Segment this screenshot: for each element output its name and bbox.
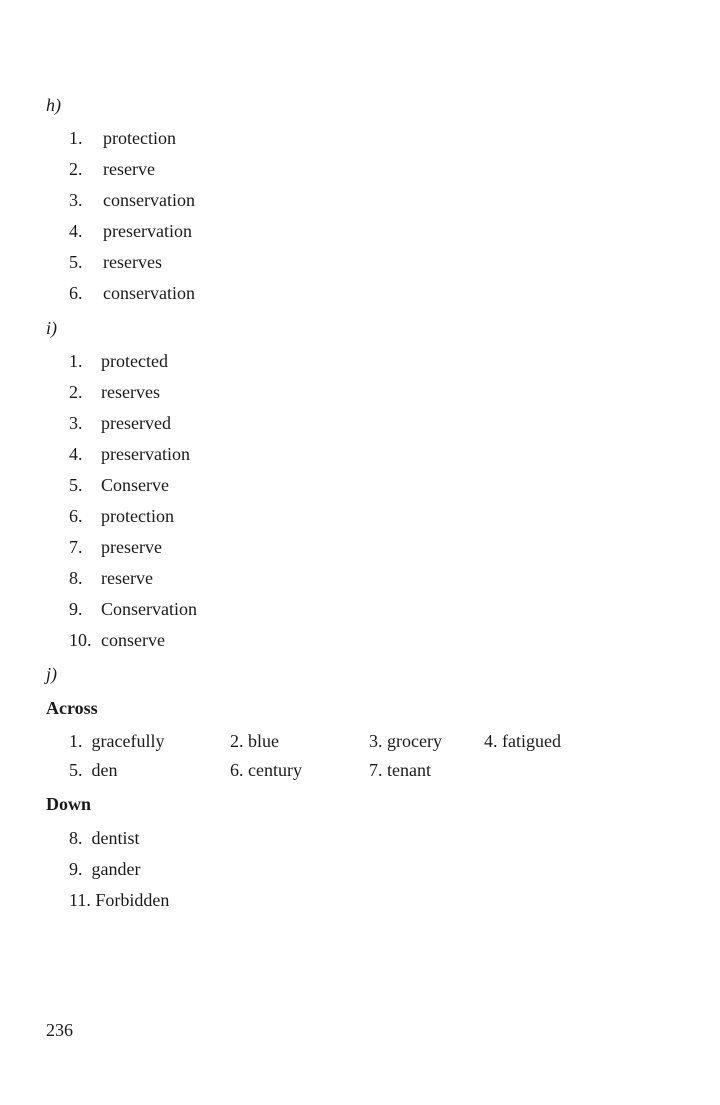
list-item-number: 2. — [69, 382, 83, 402]
across-item: 2. blue — [230, 731, 279, 751]
across-item: 4. fatigued — [484, 731, 561, 751]
list-item-word: preservation — [101, 444, 190, 464]
list-item-word: conservation — [103, 283, 195, 303]
list-item-number: 6. — [69, 506, 83, 526]
list-item-word: preservation — [103, 221, 192, 241]
list-item-number: 3. — [69, 413, 83, 433]
section-label-i: i) — [46, 318, 57, 338]
across-item: 6. century — [230, 760, 302, 780]
list-item-number: 3. — [69, 190, 83, 210]
across-heading: Across — [46, 698, 98, 718]
across-item: 5. den — [69, 760, 118, 780]
list-item-word: protection — [101, 506, 174, 526]
across-item: 1. gracefully — [69, 731, 165, 751]
section-label-j: j) — [46, 664, 57, 684]
across-item: 3. grocery — [369, 731, 442, 751]
list-item-number: 5. — [69, 475, 83, 495]
page-number: 236 — [46, 1020, 73, 1040]
list-item-word: protected — [101, 351, 168, 371]
list-item-number: 4. — [69, 444, 83, 464]
list-item-number: 1. — [69, 351, 83, 371]
list-item-number: 8. — [69, 568, 83, 588]
down-heading: Down — [46, 794, 92, 814]
list-item-word: conservation — [103, 190, 195, 210]
down-item: 9. gander — [69, 859, 141, 879]
down-item: 8. dentist — [69, 828, 140, 848]
list-item-word: conserve — [101, 630, 165, 650]
list-item-word: preserve — [101, 537, 162, 557]
section-label-h: h) — [46, 95, 61, 115]
list-item-word: reserves — [101, 382, 160, 402]
list-item-number: 9. — [69, 599, 83, 619]
list-item-number: 10. — [69, 630, 92, 650]
list-item-number: 7. — [69, 537, 83, 557]
list-item-word: Conservation — [101, 599, 197, 619]
list-item-word: reserve — [101, 568, 153, 588]
list-item-number: 4. — [69, 221, 83, 241]
across-item: 7. tenant — [369, 760, 431, 780]
list-item-number: 5. — [69, 252, 83, 272]
list-item-word: preserved — [101, 413, 171, 433]
list-item-word: reserve — [103, 159, 155, 179]
list-item-word: Conserve — [101, 475, 169, 495]
list-item-number: 1. — [69, 128, 83, 148]
down-item: 11. Forbidden — [69, 890, 170, 910]
list-item-word: reserves — [103, 252, 162, 272]
list-item-number: 2. — [69, 159, 83, 179]
list-item-number: 6. — [69, 283, 83, 303]
list-item-word: protection — [103, 128, 176, 148]
